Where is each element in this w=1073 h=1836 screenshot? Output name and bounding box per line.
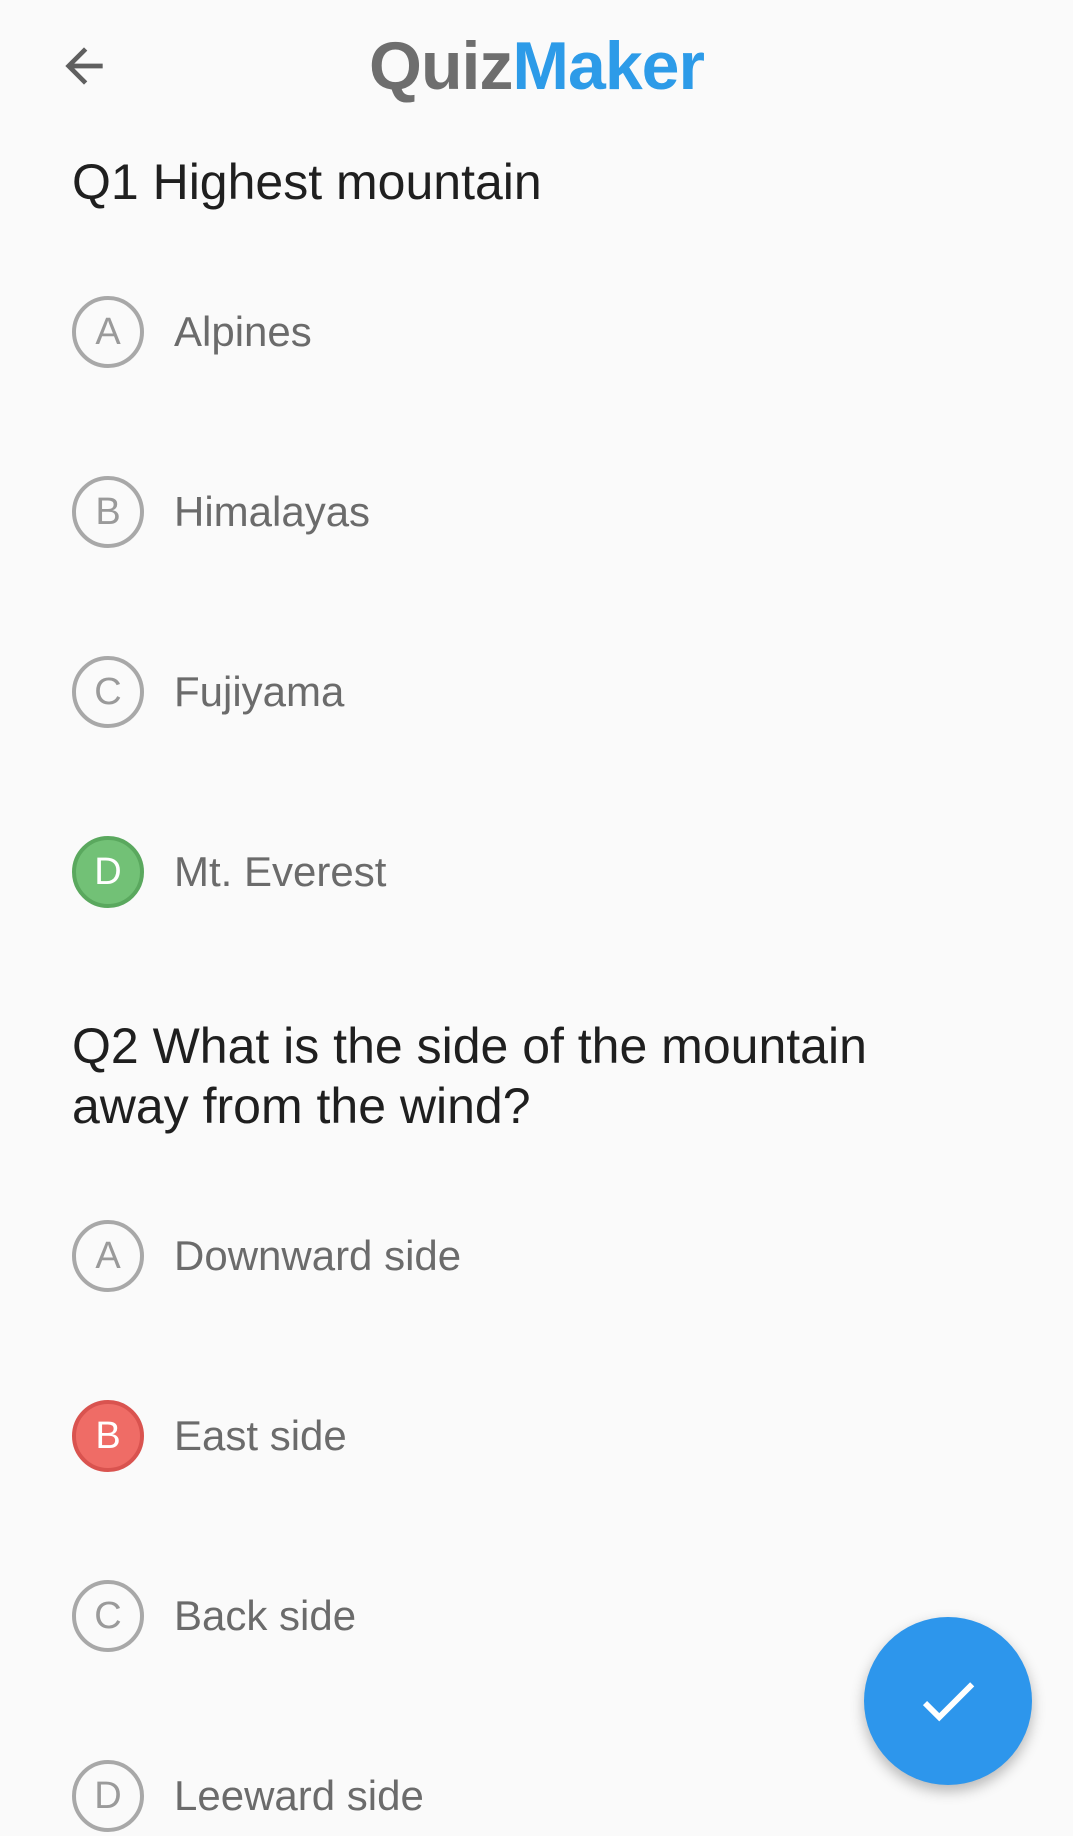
question-title: Q2 What is the side of the mountain away… xyxy=(72,1018,867,1134)
option-label: East side xyxy=(174,1412,347,1459)
option-letter-badge: A xyxy=(72,1220,144,1292)
question-title: Q1 Highest mountain xyxy=(72,154,542,210)
option-label: Himalayas xyxy=(174,488,371,535)
app-title-quiz: Quiz xyxy=(369,28,513,104)
option-q1-a[interactable]: A Alpines xyxy=(72,292,312,372)
option-q2-a[interactable]: A Downward side xyxy=(72,1216,461,1296)
option-label: Mt. Everest xyxy=(174,848,387,895)
option-q1-d[interactable]: D Mt. Everest xyxy=(72,832,386,912)
option-letter-badge: A xyxy=(72,296,144,368)
option-label: Fujiyama xyxy=(174,668,345,715)
option-q2-c[interactable]: C Back side xyxy=(72,1576,356,1656)
app-title: QuizMaker xyxy=(0,26,1073,106)
app-bar: QuizMaker xyxy=(0,0,1073,140)
option-q1-c[interactable]: C Fujiyama xyxy=(72,652,344,732)
option-letter-badge-wrong: B xyxy=(72,1400,144,1472)
option-letter-badge-correct: D xyxy=(72,836,144,908)
app-title-maker: Maker xyxy=(512,28,705,104)
option-q1-b[interactable]: B Himalayas xyxy=(72,472,370,552)
option-letter-badge: D xyxy=(72,1760,144,1832)
option-letter-badge: C xyxy=(72,1580,144,1652)
option-q2-d[interactable]: D Leeward side xyxy=(72,1756,424,1836)
check-icon xyxy=(922,1682,975,1722)
option-label: Alpines xyxy=(174,308,312,355)
option-q2-b[interactable]: B East side xyxy=(72,1396,347,1476)
option-label: Back side xyxy=(174,1592,357,1639)
option-letter-badge: C xyxy=(72,656,144,728)
option-label: Downward side xyxy=(174,1232,462,1279)
option-label: Leeward side xyxy=(174,1772,424,1819)
submit-fab-button[interactable] xyxy=(864,1617,1032,1785)
option-letter-badge: B xyxy=(72,476,144,548)
